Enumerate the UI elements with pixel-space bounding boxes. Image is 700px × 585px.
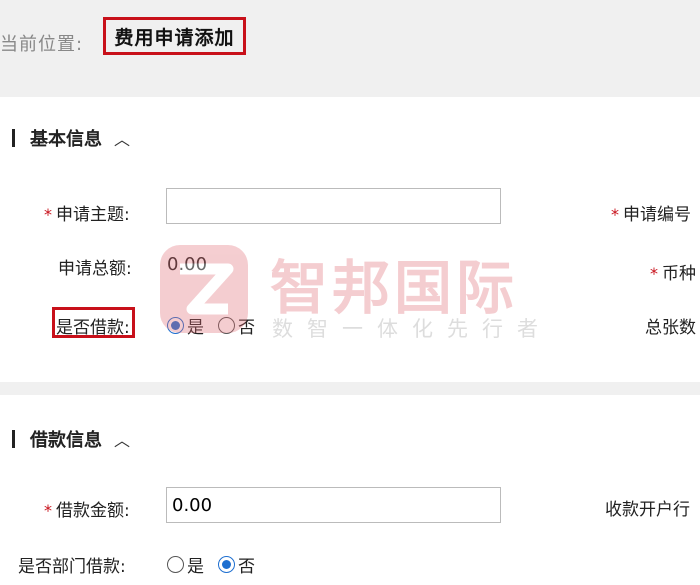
radio-checked-icon — [167, 317, 184, 334]
dept-loan-yes-label: 是 — [187, 557, 204, 577]
bank-label: 收款开户行 — [605, 500, 690, 520]
required-mark: * — [611, 205, 619, 224]
section-bar — [12, 430, 15, 448]
basic-info-panel: 基本信息 ︿ * 申请主题: * 申请编号 申请总额: 0.00 * 币种 是否借款:… — [0, 97, 700, 382]
radio-unchecked-icon — [218, 317, 235, 334]
currency-label: * 币种 — [650, 264, 696, 284]
is-loan-no-label: 否 — [238, 318, 255, 338]
chevron-up-icon[interactable]: ︿ — [114, 427, 130, 451]
is-loan-yes-radio[interactable]: 是 — [167, 313, 204, 338]
required-mark: * — [650, 264, 658, 283]
number-label: * 申请编号 — [611, 205, 691, 225]
loan-info-panel: 借款信息 ︿ *借款金额: 收款开户行 是否部门借款: 是 否 — [0, 395, 700, 585]
required-mark: * — [44, 205, 52, 224]
dept-loan-no-radio[interactable]: 否 — [218, 552, 255, 577]
basic-info-header[interactable]: 基本信息 ︿ — [12, 125, 130, 151]
loan-amount-label: * 借款金额: — [44, 501, 130, 521]
is-loan-highlight — [52, 307, 135, 338]
subject-label: * 申请主题: — [44, 205, 130, 225]
loan-info-header[interactable]: 借款信息 ︿ — [12, 426, 130, 452]
required-mark: * — [44, 501, 52, 520]
radio-checked-icon — [218, 556, 235, 573]
basic-info-title: 基本信息 — [30, 129, 102, 150]
section-bar — [12, 129, 15, 147]
dept-loan-label: 是否部门借款: — [18, 557, 126, 577]
dept-loan-no-label: 否 — [238, 557, 255, 577]
subject-input[interactable] — [166, 188, 501, 224]
dept-loan-radio-group: 是 否 — [167, 552, 269, 577]
is-loan-no-radio[interactable]: 否 — [218, 313, 255, 338]
total-value: 0.00 — [167, 254, 208, 275]
is-loan-yes-label: 是 — [187, 318, 204, 338]
dept-loan-yes-radio[interactable]: 是 — [167, 552, 204, 577]
total-label: 申请总额: — [58, 259, 132, 279]
breadcrumb-current-page: 费用申请添加 — [103, 17, 246, 55]
total-sheets-label: 总张数 — [645, 318, 696, 338]
breadcrumb-label: 当前位置: — [0, 34, 84, 55]
is-loan-radio-group: 是 否 — [167, 313, 269, 338]
chevron-up-icon[interactable]: ︿ — [114, 126, 130, 150]
loan-amount-input[interactable] — [166, 487, 501, 523]
radio-unchecked-icon — [167, 556, 184, 573]
loan-info-title: 借款信息 — [30, 430, 102, 451]
breadcrumb: 当前位置: 费用申请添加 — [0, 0, 700, 97]
